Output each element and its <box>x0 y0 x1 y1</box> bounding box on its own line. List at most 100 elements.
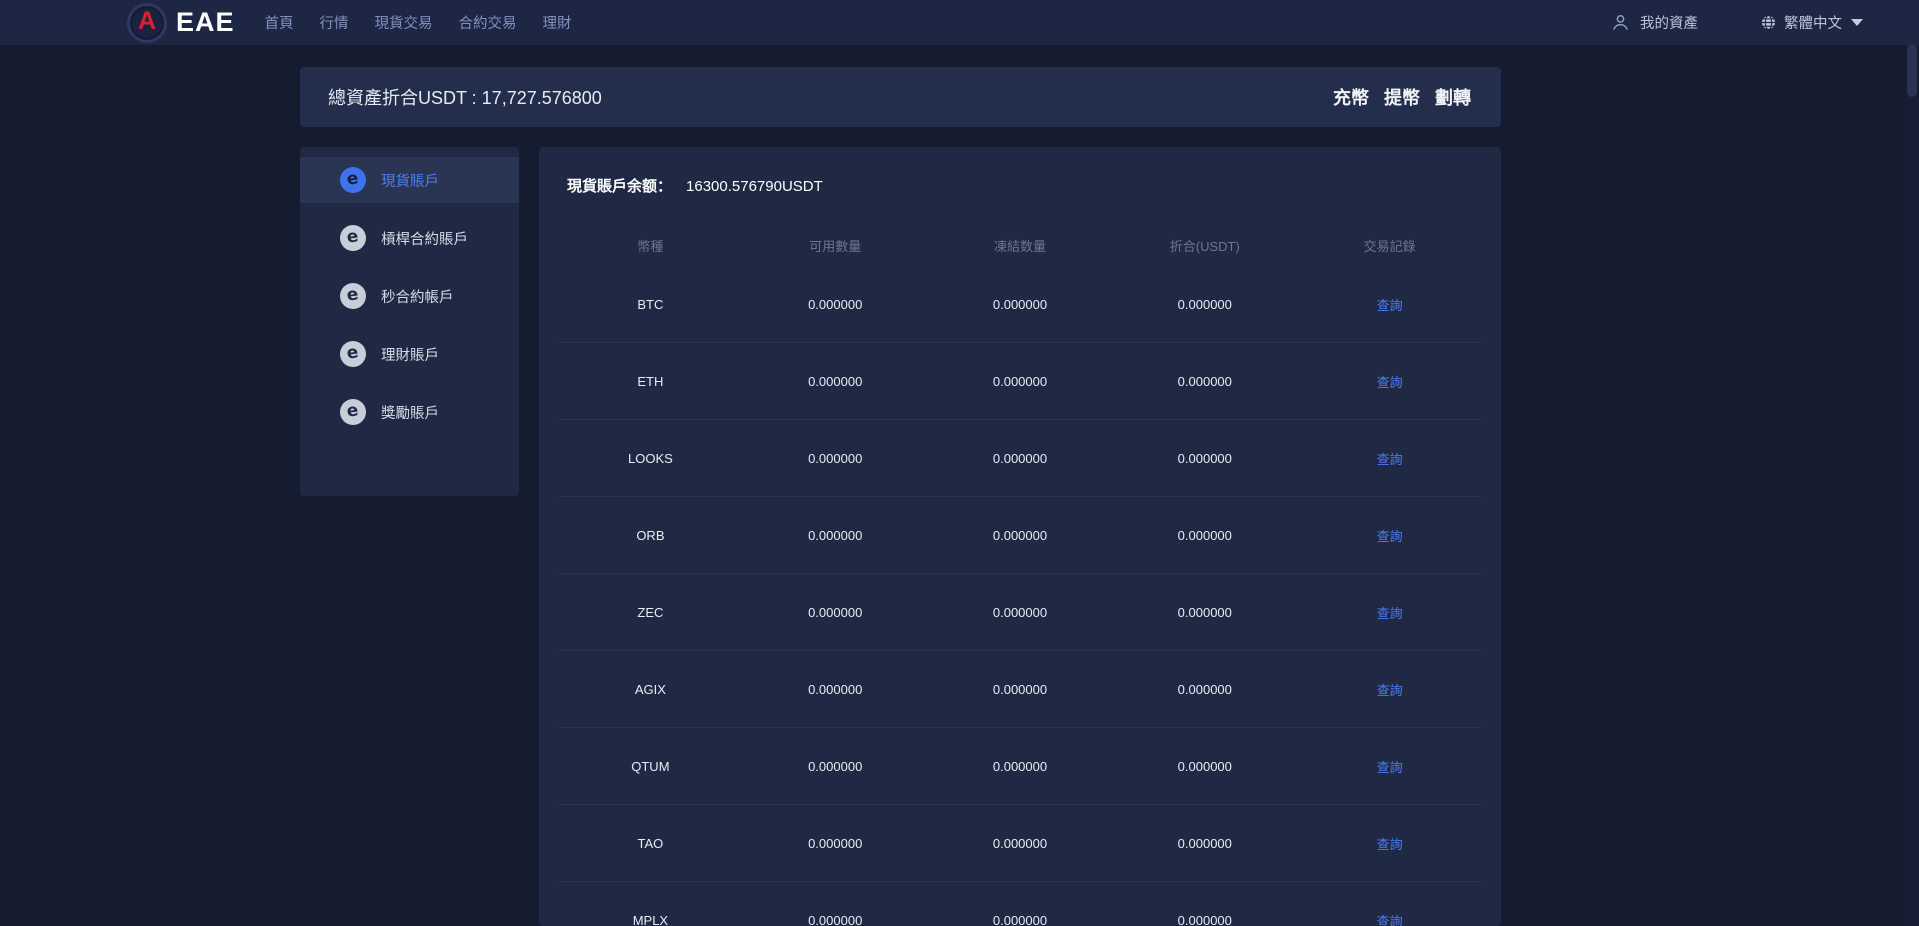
sidebar-item[interactable]: e 理財賬戶 <box>300 331 519 377</box>
frozen-amount: 0.000000 <box>928 451 1113 466</box>
usdt-value: 0.000000 <box>1112 836 1297 851</box>
table-header-row: 幣種可用數量凍結数量折合(USDT)交易記錄 <box>558 224 1482 266</box>
usdt-value: 0.000000 <box>1112 297 1297 312</box>
sidebar-item-label: 理財賬戶 <box>381 344 439 365</box>
available-amount: 0.000000 <box>743 682 928 697</box>
available-amount: 0.000000 <box>743 451 928 466</box>
brand-logo-text: EAE <box>176 7 235 38</box>
language-selector[interactable]: 繁體中文 <box>1760 12 1863 33</box>
usdt-value: 0.000000 <box>1112 913 1297 926</box>
sidebar-item-label: 秒合約帳戶 <box>381 286 454 307</box>
nav-item-1[interactable]: 行情 <box>320 12 349 33</box>
coin-name: ORB <box>558 528 743 543</box>
column-header: 幣種 <box>558 236 743 255</box>
usdt-value: 0.000000 <box>1112 682 1297 697</box>
brand-logo[interactable]: A EAE <box>127 3 235 43</box>
coin-name: TAO <box>558 836 743 851</box>
main-panel: 現貨賬戶余额： 16300.576790USDT 幣種可用數量凍結数量折合(US… <box>539 147 1501 926</box>
usdt-value: 0.000000 <box>1112 451 1297 466</box>
coin-icon: e <box>340 225 366 251</box>
table-row: BTC0.0000000.0000000.000000查詢 <box>558 266 1482 343</box>
brand-logo-letter: A <box>138 9 156 34</box>
usdt-value: 0.000000 <box>1112 374 1297 389</box>
total-assets-label: 總資產折合USDT : 17,727.576800 <box>328 84 602 110</box>
chevron-down-icon <box>1851 19 1863 26</box>
query-link[interactable]: 查詢 <box>1297 603 1482 622</box>
assets-summary-bar: 總資產折合USDT : 17,727.576800 充幣提幣劃轉 <box>300 67 1501 127</box>
available-amount: 0.000000 <box>743 297 928 312</box>
account-sidebar: e現貨賬戶e槓桿合約賬戶e秒合約帳戶e理財賬戶e獎勵賬戶 <box>300 147 519 496</box>
table-row: ETH0.0000000.0000000.000000查詢 <box>558 343 1482 420</box>
coin-icon: e <box>340 399 366 425</box>
query-link[interactable]: 查詢 <box>1297 449 1482 468</box>
frozen-amount: 0.000000 <box>928 374 1113 389</box>
column-header: 可用數量 <box>743 236 928 255</box>
table-row: QTUM0.0000000.0000000.000000查詢 <box>558 728 1482 805</box>
nav-item-3[interactable]: 合約交易 <box>459 12 517 33</box>
brand-logo-icon: A <box>127 3 167 43</box>
available-amount: 0.000000 <box>743 759 928 774</box>
query-link[interactable]: 查詢 <box>1297 295 1482 314</box>
scrollbar-thumb[interactable] <box>1907 44 1917 97</box>
sidebar-item[interactable]: e現貨賬戶 <box>300 157 519 203</box>
frozen-amount: 0.000000 <box>928 759 1113 774</box>
coin-name: ETH <box>558 374 743 389</box>
frozen-amount: 0.000000 <box>928 682 1113 697</box>
coin-name: AGIX <box>558 682 743 697</box>
main-nav: 首頁 行情 現貨交易 合約交易 理財 <box>265 12 572 33</box>
usdt-value: 0.000000 <box>1112 605 1297 620</box>
coin-name: QTUM <box>558 759 743 774</box>
frozen-amount: 0.000000 <box>928 605 1113 620</box>
nav-item-2[interactable]: 現貨交易 <box>375 12 433 33</box>
column-header: 折合(USDT) <box>1112 236 1297 255</box>
sidebar-item[interactable]: e槓桿合約賬戶 <box>300 215 519 261</box>
coin-icon: e <box>340 341 366 367</box>
sidebar-item[interactable]: e獎勵賬戶 <box>300 389 519 435</box>
coin-name: ZEC <box>558 605 743 620</box>
nav-item-0[interactable]: 首頁 <box>265 12 294 33</box>
query-link[interactable]: 查詢 <box>1297 372 1482 391</box>
frozen-amount: 0.000000 <box>928 913 1113 926</box>
user-icon[interactable] <box>1611 13 1630 32</box>
usdt-value: 0.000000 <box>1112 759 1297 774</box>
query-link[interactable]: 查詢 <box>1297 911 1482 926</box>
coin-name: BTC <box>558 297 743 312</box>
top-navbar: A EAE 首頁 行情 現貨交易 合約交易 理財 我的資產 繁體中文 <box>0 0 1919 45</box>
table-row: ORB0.0000000.0000000.000000查詢 <box>558 497 1482 574</box>
asset-action-2[interactable]: 劃轉 <box>1435 84 1471 110</box>
nav-item-4[interactable]: 理財 <box>543 12 572 33</box>
frozen-amount: 0.000000 <box>928 297 1113 312</box>
frozen-amount: 0.000000 <box>928 528 1113 543</box>
asset-actions: 充幣提幣劃轉 <box>1333 84 1471 110</box>
my-assets-link[interactable]: 我的資產 <box>1640 12 1698 33</box>
column-header: 凍結数量 <box>928 236 1113 255</box>
table-row: LOOKS0.0000000.0000000.000000查詢 <box>558 420 1482 497</box>
coin-name: LOOKS <box>558 451 743 466</box>
balance-label: 現貨賬戶余额： <box>567 175 672 196</box>
sidebar-item[interactable]: e 秒合約帳戶 <box>300 273 519 319</box>
available-amount: 0.000000 <box>743 836 928 851</box>
table-row: TAO0.0000000.0000000.000000查詢 <box>558 805 1482 882</box>
query-link[interactable]: 查詢 <box>1297 757 1482 776</box>
balance-value: 16300.576790USDT <box>686 178 823 195</box>
available-amount: 0.000000 <box>743 913 928 926</box>
table-row: ZEC0.0000000.0000000.000000查詢 <box>558 574 1482 651</box>
column-header: 交易記錄 <box>1297 236 1482 255</box>
query-link[interactable]: 查詢 <box>1297 834 1482 853</box>
query-link[interactable]: 查詢 <box>1297 526 1482 545</box>
navbar-right: 我的資產 繁體中文 <box>1611 0 1863 45</box>
available-amount: 0.000000 <box>743 528 928 543</box>
asset-action-1[interactable]: 提幣 <box>1384 84 1420 110</box>
query-link[interactable]: 查詢 <box>1297 680 1482 699</box>
scrollbar[interactable] <box>1905 0 1919 926</box>
assets-table: 幣種可用數量凍結数量折合(USDT)交易記錄 BTC0.0000000.0000… <box>558 224 1482 926</box>
globe-icon <box>1760 14 1777 31</box>
usdt-value: 0.000000 <box>1112 528 1297 543</box>
available-amount: 0.000000 <box>743 605 928 620</box>
asset-action-0[interactable]: 充幣 <box>1333 84 1369 110</box>
spot-balance-line: 現貨賬戶余额： 16300.576790USDT <box>567 175 823 196</box>
sidebar-item-label: 現貨賬戶 <box>381 170 439 191</box>
table-body: BTC0.0000000.0000000.000000查詢ETH0.000000… <box>558 266 1482 926</box>
frozen-amount: 0.000000 <box>928 836 1113 851</box>
coin-icon: e <box>340 283 366 309</box>
